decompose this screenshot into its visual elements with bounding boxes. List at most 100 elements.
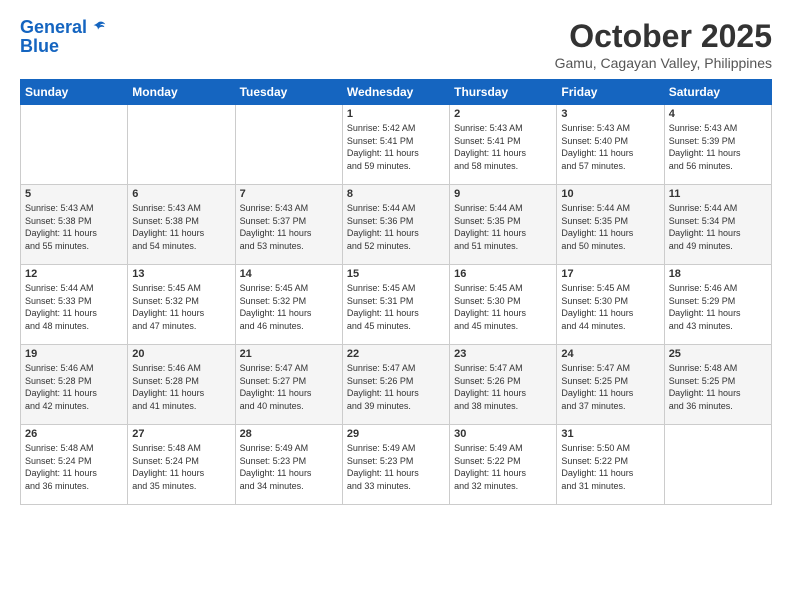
day-number: 16	[454, 268, 552, 280]
table-row: 29 Sunrise: 5:49 AM Sunset: 5:23 PM Dayli…	[342, 425, 449, 505]
day-number: 29	[347, 428, 445, 440]
day-number: 27	[132, 428, 230, 440]
day-number: 26	[25, 428, 123, 440]
day-info: Sunrise: 5:45 AM Sunset: 5:30 PM Dayligh…	[454, 282, 552, 332]
table-row: 27 Sunrise: 5:48 AM Sunset: 5:24 PM Dayli…	[128, 425, 235, 505]
calendar-week-row: 12Sunrise: 5:44 AM Sunset: 5:33 PM Dayli…	[21, 265, 772, 345]
table-row: 18Sunrise: 5:46 AM Sunset: 5:29 PM Dayli…	[664, 265, 771, 345]
day-info: Sunrise: 5:45 AM Sunset: 5:32 PM Dayligh…	[132, 282, 230, 332]
table-row: 19Sunrise: 5:46 AM Sunset: 5:28 PM Dayli…	[21, 345, 128, 425]
table-row: 25 Sunrise: 5:48 AM Sunset: 5:25 PM Dayli…	[664, 345, 771, 425]
table-row: 6Sunrise: 5:43 AM Sunset: 5:38 PM Daylig…	[128, 185, 235, 265]
table-row: 30 Sunrise: 5:49 AM Sunset: 5:22 PM Dayli…	[450, 425, 557, 505]
day-info: Sunrise: 5:47 AM Sunset: 5:26 PM Dayligh…	[454, 362, 552, 412]
col-sunday: Sunday	[21, 80, 128, 105]
col-monday: Monday	[128, 80, 235, 105]
day-number: 1	[347, 108, 445, 120]
table-row: 3Sunrise: 5:43 AM Sunset: 5:40 PM Daylig…	[557, 105, 664, 185]
calendar-header-row: Sunday Monday Tuesday Wednesday Thursday…	[21, 80, 772, 105]
day-number: 28	[240, 428, 338, 440]
day-info: Sunrise: 5:47 AM Sunset: 5:26 PM Dayligh…	[347, 362, 445, 412]
table-row: 24 Sunrise: 5:47 AM Sunset: 5:25 PM Dayli…	[557, 345, 664, 425]
day-info: Sunrise: 5:43 AM Sunset: 5:41 PM Dayligh…	[454, 122, 552, 172]
day-number: 19	[25, 348, 123, 360]
day-number: 3	[561, 108, 659, 120]
header: General Blue October 2025 Gamu, Cagayan …	[20, 18, 772, 71]
month-title: October 2025	[555, 18, 772, 55]
day-info: Sunrise: 5:45 AM Sunset: 5:31 PM Dayligh…	[347, 282, 445, 332]
day-info: Sunrise: 5:43 AM Sunset: 5:39 PM Dayligh…	[669, 122, 767, 172]
col-thursday: Thursday	[450, 80, 557, 105]
calendar-week-row: 19 Sunrise: 5:46 AM Sunset: 5:28 PM Dayli…	[21, 345, 772, 425]
table-row: 17 Sunrise: 5:45 AM Sunset: 5:30 PM Dayli…	[557, 265, 664, 345]
table-row: 15 Sunrise: 5:45 AM Sunset: 5:31 PM Dayli…	[342, 265, 449, 345]
logo-blue: Blue	[20, 36, 107, 57]
day-info: Sunrise: 5:44 AM Sunset: 5:35 PM Dayligh…	[561, 202, 659, 252]
logo: General Blue	[20, 18, 107, 57]
day-info: Sunrise: 5:50 AM Sunset: 5:22 PM Dayligh…	[561, 442, 659, 492]
day-number: 21	[240, 348, 338, 360]
day-number: 4	[669, 108, 767, 120]
day-number: 7	[240, 188, 338, 200]
day-info: Sunrise: 5:43 AM Sunset: 5:38 PM Dayligh…	[132, 202, 230, 252]
day-info: Sunrise: 5:49 AM Sunset: 5:23 PM Dayligh…	[347, 442, 445, 492]
day-number: 12	[25, 268, 123, 280]
day-number: 17	[561, 268, 659, 280]
day-info: Sunrise: 5:45 AM Sunset: 5:32 PM Dayligh…	[240, 282, 338, 332]
day-number: 24	[561, 348, 659, 360]
calendar-table: Sunday Monday Tuesday Wednesday Thursday…	[20, 79, 772, 505]
day-number: 30	[454, 428, 552, 440]
day-info: Sunrise: 5:46 AM Sunset: 5:28 PM Dayligh…	[132, 362, 230, 412]
title-block: October 2025 Gamu, Cagayan Valley, Phili…	[555, 18, 772, 71]
day-info: Sunrise: 5:44 AM Sunset: 5:36 PM Dayligh…	[347, 202, 445, 252]
table-row: 20 Sunrise: 5:46 AM Sunset: 5:28 PM Dayli…	[128, 345, 235, 425]
day-info: Sunrise: 5:47 AM Sunset: 5:25 PM Dayligh…	[561, 362, 659, 412]
table-row: 31 Sunrise: 5:50 AM Sunset: 5:22 PM Dayli…	[557, 425, 664, 505]
table-row	[128, 105, 235, 185]
table-row: 26 Sunrise: 5:48 AM Sunset: 5:24 PM Dayli…	[21, 425, 128, 505]
col-friday: Friday	[557, 80, 664, 105]
logo-general: General	[20, 17, 87, 37]
day-info: Sunrise: 5:44 AM Sunset: 5:34 PM Dayligh…	[669, 202, 767, 252]
logo-text: General	[20, 18, 87, 38]
table-row: 21Sunrise: 5:47 AM Sunset: 5:27 PM Dayli…	[235, 345, 342, 425]
table-row: 13 Sunrise: 5:45 AM Sunset: 5:32 PM Dayli…	[128, 265, 235, 345]
day-info: Sunrise: 5:48 AM Sunset: 5:24 PM Dayligh…	[132, 442, 230, 492]
table-row: 9 Sunrise: 5:44 AM Sunset: 5:35 PM Daylig…	[450, 185, 557, 265]
col-tuesday: Tuesday	[235, 80, 342, 105]
day-info: Sunrise: 5:43 AM Sunset: 5:38 PM Dayligh…	[25, 202, 123, 252]
day-number: 25	[669, 348, 767, 360]
day-number: 14	[240, 268, 338, 280]
col-wednesday: Wednesday	[342, 80, 449, 105]
table-row	[21, 105, 128, 185]
table-row: 7Sunrise: 5:43 AM Sunset: 5:37 PM Daylig…	[235, 185, 342, 265]
table-row: 1 Sunrise: 5:42 AM Sunset: 5:41 PM Daylig…	[342, 105, 449, 185]
day-number: 20	[132, 348, 230, 360]
table-row: 12Sunrise: 5:44 AM Sunset: 5:33 PM Dayli…	[21, 265, 128, 345]
day-number: 11	[669, 188, 767, 200]
day-number: 9	[454, 188, 552, 200]
day-info: Sunrise: 5:48 AM Sunset: 5:24 PM Dayligh…	[25, 442, 123, 492]
table-row: 10Sunrise: 5:44 AM Sunset: 5:35 PM Dayli…	[557, 185, 664, 265]
table-row: 5 Sunrise: 5:43 AM Sunset: 5:38 PM Daylig…	[21, 185, 128, 265]
day-number: 23	[454, 348, 552, 360]
day-number: 31	[561, 428, 659, 440]
table-row: 22Sunrise: 5:47 AM Sunset: 5:26 PM Dayli…	[342, 345, 449, 425]
table-row: 23 Sunrise: 5:47 AM Sunset: 5:26 PM Dayli…	[450, 345, 557, 425]
calendar-week-row: 1 Sunrise: 5:42 AM Sunset: 5:41 PM Daylig…	[21, 105, 772, 185]
col-saturday: Saturday	[664, 80, 771, 105]
day-number: 5	[25, 188, 123, 200]
day-info: Sunrise: 5:44 AM Sunset: 5:35 PM Dayligh…	[454, 202, 552, 252]
day-info: Sunrise: 5:45 AM Sunset: 5:30 PM Dayligh…	[561, 282, 659, 332]
table-row: 4 Sunrise: 5:43 AM Sunset: 5:39 PM Daylig…	[664, 105, 771, 185]
day-info: Sunrise: 5:46 AM Sunset: 5:29 PM Dayligh…	[669, 282, 767, 332]
day-info: Sunrise: 5:49 AM Sunset: 5:22 PM Dayligh…	[454, 442, 552, 492]
calendar-week-row: 5 Sunrise: 5:43 AM Sunset: 5:38 PM Daylig…	[21, 185, 772, 265]
location-subtitle: Gamu, Cagayan Valley, Philippines	[555, 55, 772, 71]
table-row: 2Sunrise: 5:43 AM Sunset: 5:41 PM Daylig…	[450, 105, 557, 185]
day-number: 15	[347, 268, 445, 280]
day-info: Sunrise: 5:42 AM Sunset: 5:41 PM Dayligh…	[347, 122, 445, 172]
day-info: Sunrise: 5:49 AM Sunset: 5:23 PM Dayligh…	[240, 442, 338, 492]
day-info: Sunrise: 5:48 AM Sunset: 5:25 PM Dayligh…	[669, 362, 767, 412]
day-number: 13	[132, 268, 230, 280]
